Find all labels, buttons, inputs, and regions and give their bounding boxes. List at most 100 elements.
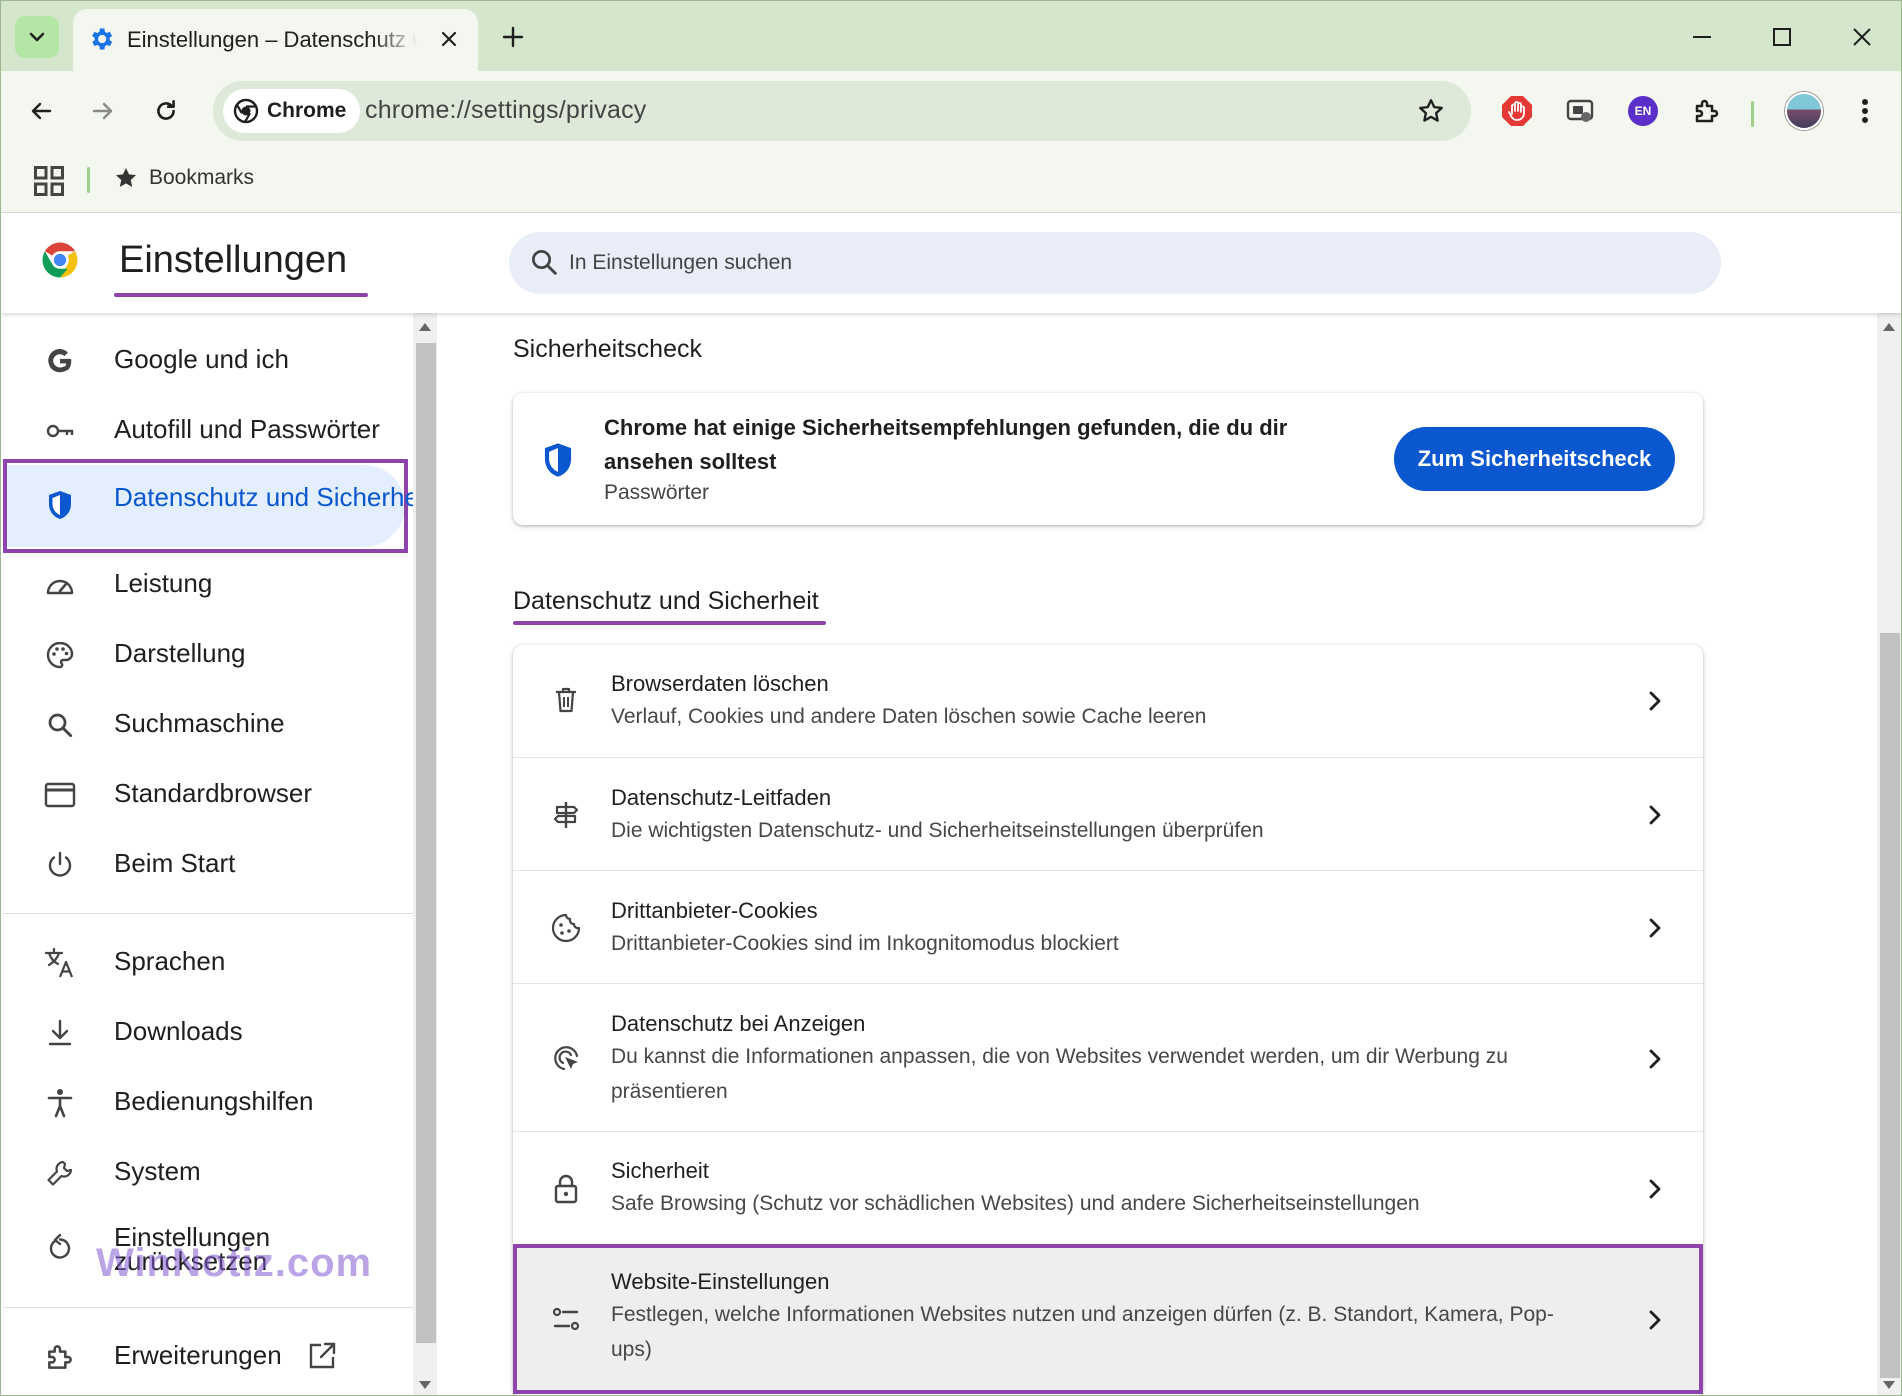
active-tab[interactable]: Einstellungen – Datenschutz und Sicherhe… — [73, 9, 478, 71]
reload-button[interactable] — [144, 89, 188, 133]
chevron-right-icon — [1643, 689, 1667, 713]
google-g-icon — [43, 344, 77, 378]
avatar — [1785, 92, 1823, 130]
sidebar-item-google[interactable]: Google und ich — [1, 329, 413, 391]
sidebar-item-label: Standardbrowser — [114, 778, 312, 808]
tune-icon — [549, 1302, 583, 1336]
extension-button-2[interactable] — [1558, 89, 1602, 133]
site-info-chip[interactable]: Chrome — [223, 89, 361, 133]
bookmarks-bar: Bookmarks — [1, 151, 1901, 213]
puzzle-icon — [43, 1340, 77, 1374]
row-title: Drittanbieter-Cookies — [611, 898, 818, 923]
privacy-row-ads[interactable]: Datenschutz bei Anzeigen Du kannst die I… — [513, 983, 1703, 1131]
sidebar-item-languages[interactable]: Sprachen — [1, 931, 413, 993]
sidebar-item-performance[interactable]: Leistung — [1, 553, 413, 615]
safety-check-sub: Passwörter — [604, 481, 710, 504]
en-badge: EN — [1628, 96, 1658, 126]
scroll-up-arrow-icon[interactable] — [419, 323, 431, 331]
apps-grid-icon[interactable] — [31, 163, 67, 199]
row-title: Datenschutz bei Anzeigen — [611, 1011, 866, 1036]
chevron-right-icon — [1643, 1177, 1667, 1201]
chrome-icon — [233, 98, 259, 124]
row-title: Datenschutz-Leitfaden — [611, 785, 832, 810]
arrow-right-icon — [92, 102, 113, 120]
safety-check-message: Chrome hat einige Sicherheitsempfehlunge… — [604, 415, 1288, 474]
browser-window: Einstellungen – Datenschutz und Sicherhe… — [0, 0, 1902, 1396]
trash-icon — [549, 683, 583, 717]
plus-icon — [502, 26, 524, 48]
minimize-icon — [1693, 36, 1711, 38]
more-vert-icon — [1862, 99, 1868, 123]
sidebar-item-label: Suchmaschine — [114, 708, 285, 738]
scroll-down-arrow-icon[interactable] — [419, 1381, 431, 1389]
screen-capture-icon — [1566, 99, 1594, 122]
settings-search-input[interactable]: In Einstellungen suchen — [509, 232, 1721, 294]
privacy-section-heading: Datenschutz und Sicherheit — [513, 587, 819, 615]
download-icon — [43, 1016, 77, 1050]
main-scroll-thumb[interactable] — [1880, 633, 1900, 1378]
ad-privacy-icon — [549, 1041, 583, 1075]
sidebar-item-label: Google und ich — [114, 344, 289, 374]
toolbar-separator — [1751, 101, 1754, 127]
chip-label: Chrome — [267, 99, 347, 122]
row-subtitle: Die wichtigsten Datenschutz- und Sicherh… — [611, 819, 1264, 842]
sidebar-scrollbar[interactable] — [413, 313, 437, 1395]
privacy-row-cookies[interactable]: Drittanbieter-Cookies Drittanbieter-Cook… — [513, 870, 1703, 983]
url-text[interactable]: chrome://settings/privacy — [365, 96, 647, 125]
language-extension-button[interactable]: EN — [1621, 89, 1665, 133]
sidebar-item-label: Beim Start — [114, 848, 236, 878]
sidebar-item-system[interactable]: System — [1, 1141, 413, 1203]
privacy-row-guide[interactable]: Datenschutz-Leitfaden Die wichtigsten Da… — [513, 757, 1703, 870]
privacy-row-site-settings[interactable]: Website-Einstellungen Festlegen, welche … — [513, 1244, 1703, 1394]
sidebar-item-downloads[interactable]: Downloads — [1, 1001, 413, 1063]
sidebar-item-appearance[interactable]: Darstellung — [1, 623, 413, 685]
back-button[interactable] — [19, 89, 63, 133]
sidebar-item-default-browser[interactable]: Standardbrowser — [1, 763, 413, 825]
sidebar-item-extensions[interactable]: Erweiterungen — [1, 1325, 413, 1387]
bookmarks-label: Bookmarks — [149, 166, 255, 189]
main-scrollbar[interactable] — [1877, 313, 1901, 1395]
safety-check-button[interactable]: Zum Sicherheitscheck — [1394, 427, 1675, 491]
sidebar-item-on-startup[interactable]: Beim Start — [1, 833, 413, 895]
forward-button[interactable] — [81, 89, 125, 133]
privacy-row-security[interactable]: Sicherheit Safe Browsing (Schutz vor sch… — [513, 1131, 1703, 1244]
chrome-menu-button[interactable] — [1843, 89, 1887, 133]
new-tab-button[interactable] — [495, 19, 531, 55]
tab-close-button[interactable] — [435, 25, 463, 53]
chrome-logo-icon — [42, 242, 78, 278]
tab-search-button[interactable] — [15, 16, 59, 58]
reload-icon — [157, 99, 175, 120]
sidebar-scroll-thumb[interactable] — [416, 343, 436, 1343]
settings-gear-icon — [92, 28, 113, 50]
sidebar-item-autofill[interactable]: Autofill und Passwörter — [1, 399, 413, 461]
maximize-button[interactable] — [1759, 15, 1805, 59]
title-highlight-underline — [114, 293, 368, 297]
close-window-button[interactable] — [1839, 15, 1885, 59]
chevron-right-icon — [1643, 1047, 1667, 1071]
adblock-extension-button[interactable] — [1495, 89, 1539, 133]
bookmarks-separator — [87, 167, 90, 193]
sidebar-item-label: Leistung — [114, 568, 213, 598]
bookmark-star-button[interactable] — [1413, 93, 1449, 129]
wrench-icon — [43, 1156, 77, 1190]
address-bar[interactable]: Chrome chrome://settings/privacy — [213, 81, 1471, 141]
close-icon — [441, 31, 457, 47]
toolbar: Chrome chrome://settings/privacy EN — [1, 71, 1901, 151]
sidebar-item-label: Downloads — [114, 1016, 243, 1046]
scroll-down-arrow-icon[interactable] — [1883, 1381, 1895, 1389]
cookie-icon — [549, 911, 583, 945]
sidebar-item-label: Sprachen — [114, 946, 226, 976]
sidebar-item-search-engine[interactable]: Suchmaschine — [1, 693, 413, 755]
sidebar-item-label: Datenschutz und Sicherheit — [114, 482, 432, 512]
sidebar-item-privacy[interactable]: Datenschutz und Sicherheit — [3, 459, 432, 553]
extensions-menu-button[interactable] — [1685, 89, 1729, 133]
adblock-icon — [1502, 96, 1532, 126]
privacy-card: Browserdaten löschen Verlauf, Cookies un… — [513, 645, 1703, 1395]
bookmarks-folder[interactable]: Bookmarks — [113, 165, 254, 191]
minimize-button[interactable] — [1679, 15, 1725, 59]
sidebar-item-accessibility[interactable]: Bedienungshilfen — [1, 1071, 413, 1133]
profile-avatar-button[interactable] — [1779, 86, 1829, 136]
privacy-row-clear-data[interactable]: Browserdaten löschen Verlauf, Cookies un… — [513, 645, 1703, 757]
maximize-icon — [1773, 28, 1791, 46]
scroll-up-arrow-icon[interactable] — [1883, 323, 1895, 331]
